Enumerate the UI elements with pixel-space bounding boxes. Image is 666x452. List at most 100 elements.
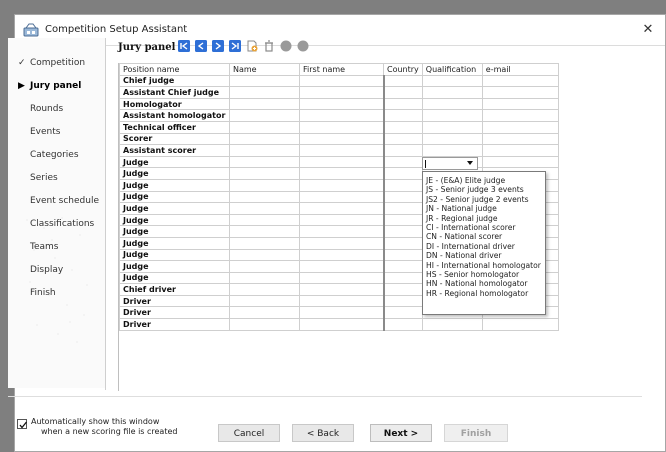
- grid-cell-first-name[interactable]: [299, 236, 385, 250]
- sidebar-item-rounds[interactable]: Rounds: [8, 98, 105, 120]
- position-name-cell[interactable]: Technical officer: [119, 120, 230, 134]
- grid-cell-first-name[interactable]: [299, 248, 385, 262]
- grid-cell-name[interactable]: [229, 155, 300, 169]
- grid-cell-first-name[interactable]: [299, 109, 385, 122]
- position-name-cell[interactable]: Driver: [119, 306, 230, 320]
- grid-cell-name[interactable]: [229, 318, 300, 331]
- grid-cell-name[interactable]: [229, 178, 300, 192]
- add-document-icon[interactable]: [246, 40, 258, 52]
- move-down-icon[interactable]: [212, 40, 224, 52]
- grid-cell-name[interactable]: [229, 202, 300, 215]
- qualification-option[interactable]: HS - Senior homologator: [425, 270, 545, 279]
- grid-cell-name[interactable]: [229, 97, 300, 111]
- column-header-country[interactable]: Country: [383, 63, 423, 76]
- position-name-cell[interactable]: Assistant Chief judge: [119, 86, 230, 99]
- next-button[interactable]: Next >: [370, 424, 432, 442]
- grid-cell-name[interactable]: [229, 294, 300, 308]
- grid-cell-country[interactable]: [383, 225, 423, 238]
- table-row[interactable]: Judge: [119, 155, 559, 169]
- grid-cell-country[interactable]: [383, 213, 423, 227]
- grid-cell-qualification[interactable]: [421, 144, 483, 157]
- grid-cell-country[interactable]: [383, 132, 423, 146]
- sidebar-item-competition[interactable]: ✓ Competition: [8, 52, 105, 74]
- column-header-e-mail[interactable]: e-mail: [481, 63, 559, 76]
- qualification-combobox[interactable]: [422, 157, 478, 170]
- grid-cell-country[interactable]: [383, 190, 423, 204]
- grid-cell-name[interactable]: [229, 167, 300, 180]
- close-icon[interactable]: ✕: [639, 21, 657, 39]
- sidebar-item-series[interactable]: Series: [8, 167, 105, 189]
- grid-cell-country[interactable]: [383, 120, 423, 134]
- position-name-cell[interactable]: Driver: [119, 294, 230, 308]
- grid-cell-name[interactable]: [229, 248, 300, 262]
- grid-cell-country[interactable]: [383, 236, 423, 250]
- qualification-option[interactable]: HN - National homologator: [425, 279, 545, 288]
- qualification-option[interactable]: JR - Regional judge: [425, 214, 545, 223]
- grid-cell-name[interactable]: [229, 260, 300, 273]
- table-row[interactable]: Homologator: [119, 97, 559, 111]
- grid-cell-name[interactable]: [229, 225, 300, 238]
- grid-cell-qualification[interactable]: [421, 120, 483, 134]
- grid-cell-name[interactable]: [229, 283, 300, 296]
- column-header-qualification[interactable]: Qualification: [421, 63, 483, 76]
- cancel-button[interactable]: Cancel: [218, 424, 280, 442]
- grid-cell-country[interactable]: [383, 144, 423, 157]
- grid-cell-first-name[interactable]: [299, 294, 385, 308]
- grid-cell-country[interactable]: [383, 86, 423, 99]
- grid-cell-name[interactable]: [229, 109, 300, 122]
- position-name-cell[interactable]: Homologator: [119, 97, 230, 111]
- grid-cell-first-name[interactable]: [299, 271, 385, 285]
- disabled-circle-icon[interactable]: [280, 40, 292, 52]
- grid-cell-first-name[interactable]: [299, 213, 385, 227]
- table-row[interactable]: Scorer: [119, 132, 559, 146]
- grid-cell-country[interactable]: [383, 167, 423, 180]
- grid-cell-first-name[interactable]: [299, 190, 385, 204]
- position-name-cell[interactable]: Driver: [119, 318, 230, 331]
- grid-cell-country[interactable]: [383, 155, 423, 169]
- grid-cell-name[interactable]: [229, 120, 300, 134]
- position-name-cell[interactable]: Judge: [119, 248, 230, 262]
- position-name-cell[interactable]: Judge: [119, 167, 230, 180]
- grid-cell-country[interactable]: [383, 178, 423, 192]
- sidebar-item-jury-panel[interactable]: ▶ Jury panel: [8, 75, 105, 97]
- sidebar-item-event-schedule[interactable]: Event schedule: [8, 190, 105, 212]
- qualification-option[interactable]: JS2 - Senior judge 2 events: [425, 195, 545, 204]
- grid-cell-first-name[interactable]: [299, 167, 385, 180]
- delete-trash-icon[interactable]: [263, 40, 275, 52]
- grid-cell-name[interactable]: [229, 213, 300, 227]
- column-header-position-name[interactable]: Position name: [119, 63, 230, 76]
- grid-cell-first-name[interactable]: [299, 283, 385, 296]
- sidebar-item-categories[interactable]: Categories: [8, 144, 105, 166]
- grid-cell-qualification[interactable]: [421, 86, 483, 99]
- grid-cell-country[interactable]: [383, 202, 423, 215]
- back-button[interactable]: < Back: [292, 424, 354, 442]
- grid-cell-first-name[interactable]: [299, 155, 385, 169]
- grid-cell-qualification[interactable]: [421, 97, 483, 111]
- qualification-option[interactable]: DI - International driver: [425, 242, 545, 251]
- position-name-cell[interactable]: Chief driver: [119, 283, 230, 296]
- position-name-cell[interactable]: Judge: [119, 155, 230, 169]
- position-name-cell[interactable]: Assistant homologator: [119, 109, 230, 122]
- grid-cell-name[interactable]: [229, 74, 300, 88]
- grid-cell-country[interactable]: [383, 271, 423, 285]
- grid-cell-qualification[interactable]: [421, 132, 483, 146]
- grid-cell-country[interactable]: [383, 283, 423, 296]
- qualification-option[interactable]: HR - Regional homologator: [425, 289, 545, 298]
- position-name-cell[interactable]: Judge: [119, 236, 230, 250]
- grid-cell-first-name[interactable]: [299, 260, 385, 273]
- table-row[interactable]: Driver: [119, 318, 559, 331]
- position-name-cell[interactable]: Chief judge: [119, 74, 230, 88]
- position-name-cell[interactable]: Judge: [119, 271, 230, 285]
- grid-cell-qualification[interactable]: [421, 318, 483, 331]
- qualification-option[interactable]: HI - International homologator: [425, 261, 545, 270]
- table-row[interactable]: Technical officer: [119, 120, 559, 134]
- grid-cell-first-name[interactable]: [299, 86, 385, 99]
- grid-cell-e-mail[interactable]: [481, 318, 559, 331]
- grid-cell-first-name[interactable]: [299, 74, 385, 88]
- qualification-option[interactable]: CN - National scorer: [425, 232, 545, 241]
- column-header-name[interactable]: Name: [229, 63, 300, 76]
- grid-cell-name[interactable]: [229, 190, 300, 204]
- grid-cell-name[interactable]: [229, 306, 300, 320]
- grid-cell-country[interactable]: [383, 260, 423, 273]
- grid-cell-name[interactable]: [229, 132, 300, 146]
